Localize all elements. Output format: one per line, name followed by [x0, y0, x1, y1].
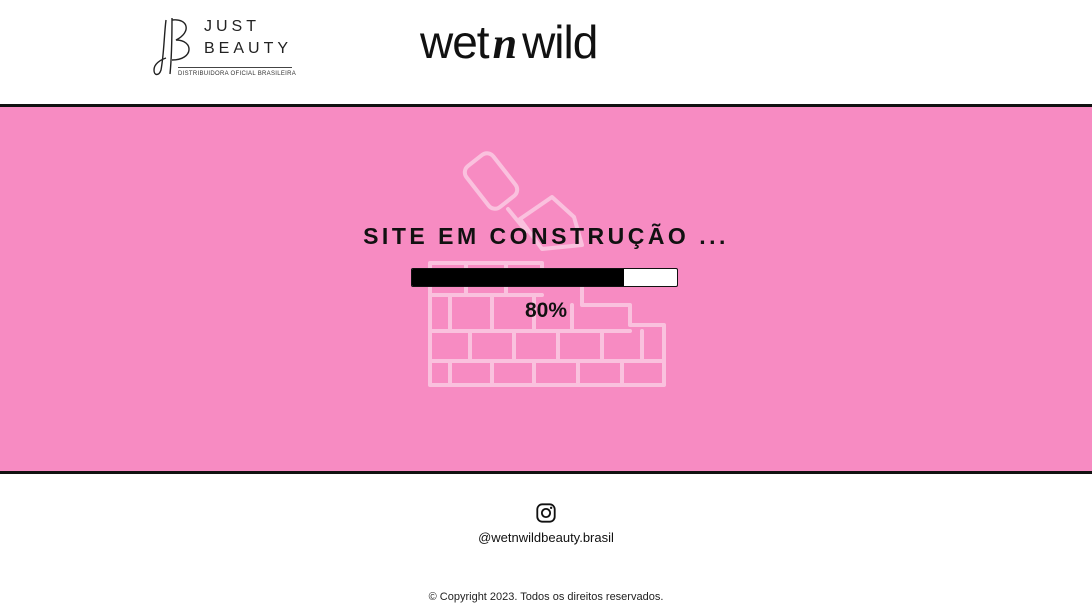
instagram-link[interactable] — [0, 502, 1092, 529]
jb-monogram-icon — [153, 17, 190, 76]
logo-tagline: DISTRIBUIDORA OFICIAL BRASILEIRA — [178, 71, 297, 77]
construction-banner: SITE EM CONSTRUÇÃO ... 80% — [0, 107, 1092, 471]
site-header: JUST BEAUTY DISTRIBUIDORA OFICIAL BRASIL… — [0, 0, 1092, 104]
logo-text-just: JUST — [204, 18, 260, 35]
wet-n-wild-logo[interactable]: wetn wild — [420, 12, 675, 72]
progress-bar — [411, 268, 678, 287]
progress-percentage: 80% — [524, 299, 568, 322]
construction-title: SITE EM CONSTRUÇÃO ... — [363, 223, 729, 249]
instagram-handle[interactable]: @wetnwildbeauty.brasil — [0, 530, 1092, 545]
copyright-text: © Copyright 2023. Todos os direitos rese… — [428, 591, 664, 603]
site-footer: @wetnwildbeauty.brasil © Copyright 2023.… — [0, 474, 1092, 614]
logo-divider — [178, 67, 292, 68]
logo-text-beauty: BEAUTY — [204, 40, 293, 57]
logo-text-wild: wild — [522, 16, 598, 68]
progress-fill — [412, 269, 624, 286]
logo-text-wet: wet — [420, 16, 490, 68]
instagram-icon[interactable] — [535, 502, 557, 524]
just-beauty-logo[interactable]: JUST BEAUTY DISTRIBUIDORA OFICIAL BRASIL… — [152, 14, 297, 82]
logo-text-n: n — [492, 19, 518, 68]
